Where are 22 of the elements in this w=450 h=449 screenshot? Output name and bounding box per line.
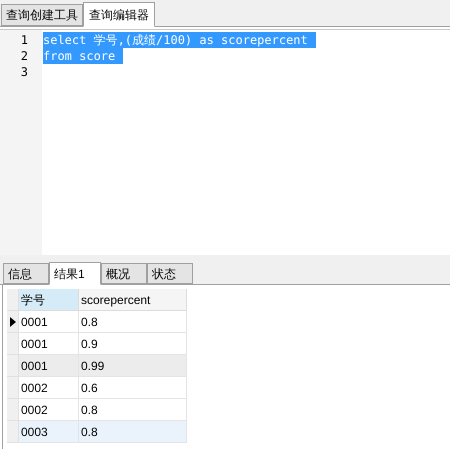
table-row[interactable]: 0002 0.8 — [7, 399, 187, 421]
table-row[interactable]: 0002 0.6 — [7, 377, 187, 399]
result-tab[interactable]: 信息 — [3, 263, 49, 284]
line-number: 1 — [20, 32, 28, 48]
table-cell: 0.8 — [79, 421, 187, 443]
table-row[interactable]: 0003 0.8 — [7, 421, 187, 443]
table-row[interactable]: 0001 0.8 — [7, 311, 187, 333]
corner-header — [7, 289, 19, 311]
editor-tab[interactable]: 查询编辑器 — [83, 2, 155, 27]
line-number: 3 — [20, 64, 28, 80]
current-row-icon — [10, 316, 16, 326]
column-header[interactable]: scorepercent — [79, 289, 187, 311]
result-tab[interactable]: 结果1 — [49, 262, 101, 285]
line-number: 2 — [20, 48, 28, 64]
table-cell: 0003 — [19, 421, 79, 443]
row-header[interactable] — [7, 311, 19, 333]
editor-tab[interactable]: 查询创建工具 — [1, 4, 83, 26]
result-tab[interactable]: 概况 — [101, 263, 147, 284]
table-row[interactable]: 0001 0.9 — [7, 333, 187, 355]
column-header[interactable]: 学号 — [19, 289, 79, 311]
result-tab[interactable]: 状态 — [147, 263, 193, 284]
table-row[interactable]: 0001 0.99 — [7, 355, 187, 377]
